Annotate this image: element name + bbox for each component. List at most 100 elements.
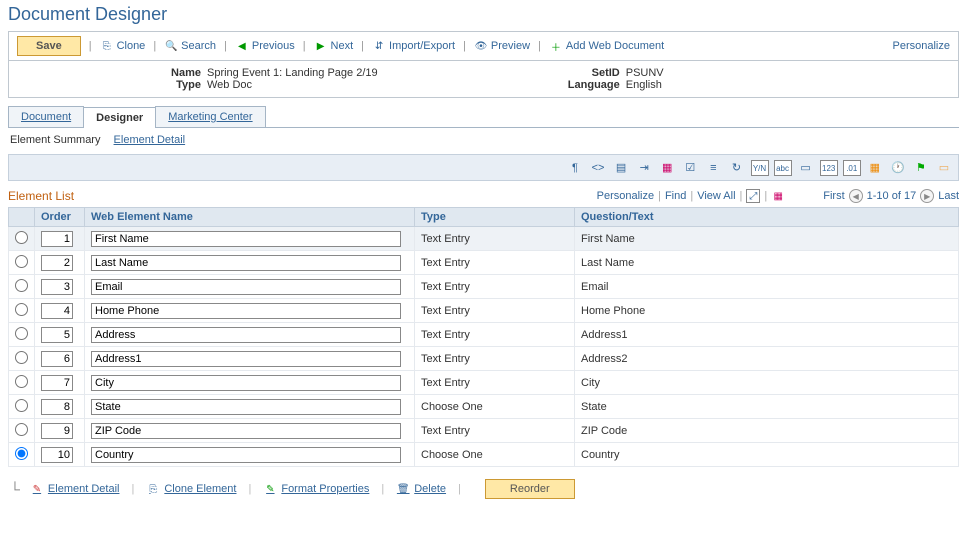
col-type[interactable]: Type <box>415 208 575 227</box>
personalize-link[interactable]: Personalize <box>893 40 950 52</box>
grid-find-link[interactable]: Find <box>665 190 686 202</box>
order-input[interactable] <box>41 303 73 319</box>
order-input[interactable] <box>41 423 73 439</box>
separator: | <box>303 40 306 52</box>
question-cell: Address2 <box>575 347 959 371</box>
list-icon[interactable]: ≡ <box>704 160 722 176</box>
question-cell: First Name <box>575 227 959 251</box>
folder-icon[interactable]: ▭ <box>935 159 953 175</box>
element-name-input[interactable] <box>91 327 401 343</box>
order-input[interactable] <box>41 327 73 343</box>
tab-marketing-center[interactable]: Marketing Center <box>155 106 265 127</box>
row-select-radio[interactable] <box>15 351 28 364</box>
element-name-input[interactable] <box>91 399 401 415</box>
order-input[interactable] <box>41 279 73 295</box>
search-label: Search <box>181 40 216 52</box>
next-page-button[interactable]: ▶ <box>920 189 934 203</box>
abc-icon[interactable]: abc <box>774 160 792 176</box>
next-link[interactable]: ▶Next <box>314 39 354 53</box>
col-question[interactable]: Question/Text <box>575 208 959 227</box>
element-name-input[interactable] <box>91 303 401 319</box>
refresh-icon[interactable]: ↻ <box>727 159 745 175</box>
grid-personalize-link[interactable]: Personalize <box>597 190 654 202</box>
range-text: 1-10 of 17 <box>867 190 917 202</box>
pilcrow-icon[interactable]: ¶ <box>566 160 584 176</box>
row-select-radio[interactable] <box>15 327 28 340</box>
type-cell: Text Entry <box>415 347 575 371</box>
row-select-radio[interactable] <box>15 447 28 460</box>
table-row: Text EntryZIP Code <box>9 419 959 443</box>
prev-page-button[interactable]: ◀ <box>849 189 863 203</box>
order-input[interactable] <box>41 255 73 271</box>
first-link[interactable]: First <box>823 190 844 202</box>
type-cell: Choose One <box>415 395 575 419</box>
row-select-radio[interactable] <box>15 423 28 436</box>
element-name-input[interactable] <box>91 231 401 247</box>
save-button[interactable]: Save <box>17 36 81 56</box>
clock-icon[interactable]: 🕐 <box>889 159 907 175</box>
element-name-input[interactable] <box>91 375 401 391</box>
element-detail-link[interactable]: Element Detail <box>114 134 186 146</box>
element-name-input[interactable] <box>91 423 401 439</box>
order-input[interactable] <box>41 231 73 247</box>
grid-icon[interactable]: ▦ <box>771 189 785 203</box>
row-select-radio[interactable] <box>15 231 28 244</box>
search-link[interactable]: 🔍Search <box>164 39 216 53</box>
element-detail-action-label: Element Detail <box>48 483 120 495</box>
order-input[interactable] <box>41 351 73 367</box>
tab-document[interactable]: Document <box>8 106 84 127</box>
order-input[interactable] <box>41 447 73 463</box>
order-input[interactable] <box>41 375 73 391</box>
previous-link[interactable]: ◀Previous <box>235 39 295 53</box>
col-name[interactable]: Web Element Name <box>85 208 415 227</box>
add-web-doc-label: Add Web Document <box>566 40 664 52</box>
row-select-radio[interactable] <box>15 279 28 292</box>
type-cell: Text Entry <box>415 251 575 275</box>
import-export-link[interactable]: ⇵Import/Export <box>372 39 455 53</box>
row-select-radio[interactable] <box>15 255 28 268</box>
element-summary-label: Element Summary <box>10 134 100 146</box>
trash-icon: 🗑 <box>396 482 410 496</box>
image-icon[interactable]: ▦ <box>658 159 676 175</box>
separator: | <box>538 40 541 52</box>
grid-controls: Personalize | Find | View All | ⤢ | ▦ Fi… <box>597 189 959 203</box>
row-select-radio[interactable] <box>15 375 28 388</box>
calendar-icon[interactable]: ▦ <box>866 159 884 175</box>
add-web-doc-link[interactable]: ＋Add Web Document <box>549 39 664 53</box>
reorder-button[interactable]: Reorder <box>485 479 575 499</box>
separator: | <box>153 40 156 52</box>
yn-icon[interactable]: Y/N <box>751 160 769 176</box>
element-name-input[interactable] <box>91 255 401 271</box>
clone-element-action[interactable]: ⎘Clone Element <box>146 482 236 496</box>
row-select-radio[interactable] <box>15 399 28 412</box>
element-detail-action[interactable]: ✎Element Detail <box>30 482 120 496</box>
table-row: Text EntryLast Name <box>9 251 959 275</box>
element-name-input[interactable] <box>91 279 401 295</box>
order-input[interactable] <box>41 399 73 415</box>
num-icon[interactable]: 123 <box>820 160 838 176</box>
element-name-input[interactable] <box>91 351 401 367</box>
layout-icon[interactable]: ▤ <box>612 159 630 175</box>
checkbox-icon[interactable]: ☑ <box>681 159 699 175</box>
indent-icon[interactable]: ⇥ <box>635 159 653 175</box>
table-row: Text EntryAddress1 <box>9 323 959 347</box>
preview-link[interactable]: 👁Preview <box>474 39 530 53</box>
grid-view-all-link[interactable]: View All <box>697 190 735 202</box>
language-value: English <box>626 79 662 91</box>
element-name-input[interactable] <box>91 447 401 463</box>
last-link[interactable]: Last <box>938 190 959 202</box>
decimal-icon[interactable]: .01 <box>843 160 861 176</box>
corner-icon: └ <box>10 481 20 497</box>
format-properties-action[interactable]: ✎Format Properties <box>263 482 369 496</box>
delete-action[interactable]: 🗑Delete <box>396 482 446 496</box>
dropdown-icon[interactable]: ▭ <box>797 159 815 175</box>
flag-icon[interactable]: ⚑ <box>912 159 930 175</box>
import-export-icon: ⇵ <box>372 39 386 53</box>
zoom-icon[interactable]: ⤢ <box>746 189 760 203</box>
table-row: Choose OneCountry <box>9 443 959 467</box>
row-select-radio[interactable] <box>15 303 28 316</box>
tab-designer[interactable]: Designer <box>83 107 156 128</box>
col-order[interactable]: Order <box>35 208 85 227</box>
code-icon[interactable]: <> <box>589 160 607 176</box>
clone-link[interactable]: ⎘Clone <box>100 39 146 53</box>
